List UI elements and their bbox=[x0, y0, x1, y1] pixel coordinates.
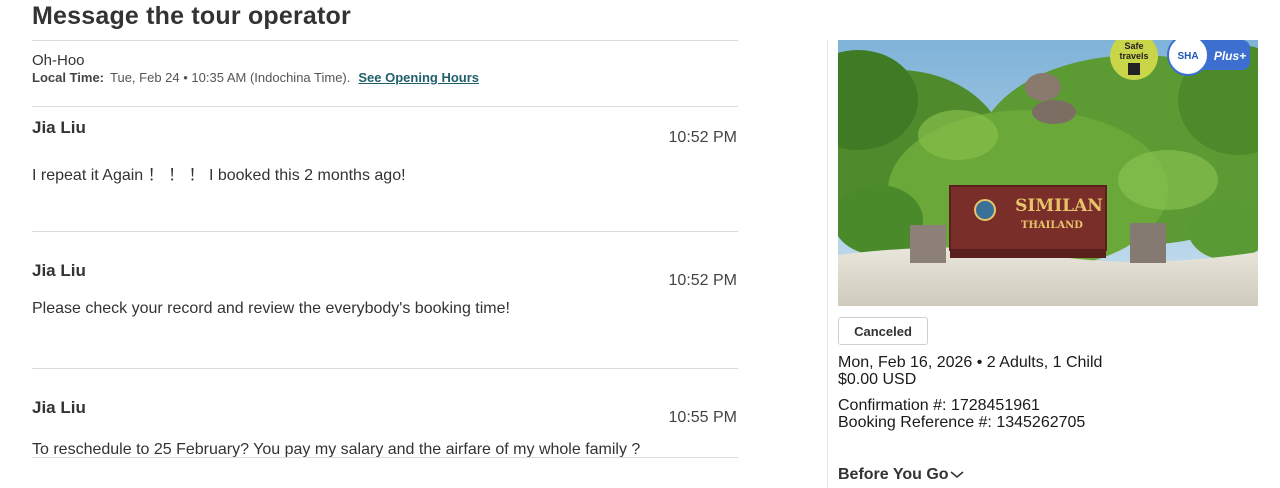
sign-line-1: SIMILAN bbox=[1015, 196, 1103, 216]
before-you-go-label: Before You Go bbox=[838, 466, 949, 483]
divider bbox=[32, 40, 738, 41]
confirmation-number: Confirmation #: 1728451961 bbox=[838, 397, 1040, 414]
safe-travels-line1: Safe bbox=[1124, 41, 1143, 51]
message-time: 10:52 PM bbox=[668, 272, 737, 289]
message-text: I repeat it Again ！ ！ ！ I booked this 2 … bbox=[32, 167, 406, 184]
message-time: 10:55 PM bbox=[668, 409, 737, 426]
safe-travels-line2: travels bbox=[1119, 51, 1148, 61]
local-time-value: Tue, Feb 24 • 10:35 AM (Indochina Time). bbox=[110, 70, 351, 85]
message-time: 10:52 PM bbox=[668, 129, 737, 146]
message-author: Jia Liu bbox=[32, 261, 86, 280]
local-time: Local Time: Tue, Feb 24 • 10:35 AM (Indoc… bbox=[32, 70, 479, 85]
tour-photo[interactable]: SIMILAN THAILAND Safe travels SHA Plus+ bbox=[838, 40, 1258, 306]
message-text: Please check your record and review the … bbox=[32, 300, 510, 317]
see-opening-hours-link[interactable]: See Opening Hours bbox=[358, 70, 479, 85]
message-author: Jia Liu bbox=[32, 118, 86, 137]
panel-divider bbox=[827, 40, 828, 488]
sign-line-2: THAILAND bbox=[1021, 220, 1083, 231]
divider bbox=[32, 231, 738, 232]
message-author: Jia Liu bbox=[32, 398, 86, 417]
operator-name: Oh-Hoo bbox=[32, 52, 85, 69]
booking-reference: Booking Reference #: 1345262705 bbox=[838, 414, 1086, 431]
page-title: Message the tour operator bbox=[32, 2, 351, 30]
local-time-label: Local Time: bbox=[32, 70, 105, 85]
divider bbox=[32, 368, 738, 369]
booking-price: $0.00 USD bbox=[838, 371, 917, 388]
booking-date-guests: Mon, Feb 16, 2026 • 2 Adults, 1 Child bbox=[838, 354, 1103, 371]
chevron-down-icon bbox=[950, 466, 964, 484]
before-you-go-toggle[interactable]: Before You Go bbox=[838, 466, 964, 484]
divider bbox=[32, 457, 738, 458]
divider bbox=[32, 106, 738, 107]
sha-badge-text: SHA bbox=[1177, 51, 1198, 62]
status-badge: Canceled bbox=[838, 317, 928, 345]
sha-plus-text: Plus+ bbox=[1214, 49, 1246, 63]
